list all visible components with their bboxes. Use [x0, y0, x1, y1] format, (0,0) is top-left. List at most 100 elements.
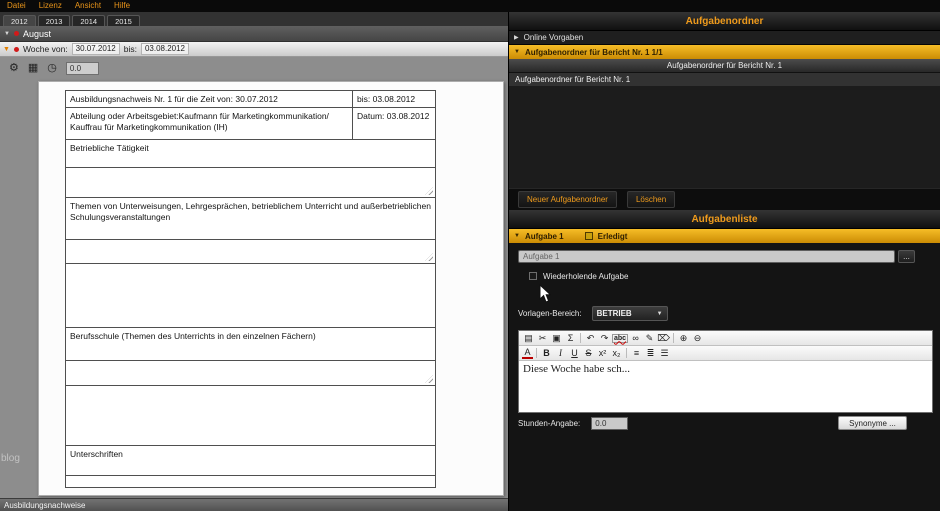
- section-unterschriften: Unterschriften: [66, 446, 435, 475]
- repeat-label: Wiederholende Aufgabe: [543, 272, 628, 281]
- online-vorgaben-row[interactable]: ▶ Online Vorgaben: [509, 31, 940, 45]
- document-area: Ausbildungsnachweis Nr. 1 für die Zeit v…: [0, 79, 508, 498]
- resize-handle-icon[interactable]: [425, 187, 433, 195]
- themen-textarea[interactable]: [66, 240, 435, 263]
- tab-2015[interactable]: 2015: [107, 15, 140, 27]
- menu-datei[interactable]: Datei: [7, 2, 26, 10]
- align-icon[interactable]: ≡: [630, 349, 643, 358]
- eraser-icon[interactable]: ⌦: [657, 334, 670, 343]
- vorlagen-label: Vorlagen-Bereich:: [518, 309, 582, 318]
- expander-down-icon[interactable]: ▼: [514, 49, 520, 55]
- cut-icon[interactable]: ✂: [536, 334, 549, 343]
- empty-cell: [66, 476, 435, 487]
- active-folder-row[interactable]: ▼ Aufgabenordner für Bericht Nr. 1 1/1: [509, 45, 940, 59]
- week-hours-input[interactable]: [66, 62, 99, 75]
- month-row-august[interactable]: ▼ August: [0, 26, 508, 42]
- zoom-in-icon[interactable]: ⊕: [677, 334, 690, 343]
- strikethrough-icon[interactable]: S: [582, 349, 595, 358]
- more-options-button[interactable]: ...: [898, 250, 915, 263]
- document-toolbar: ⚙ ▦ ◷: [0, 57, 508, 79]
- search-icon[interactable]: ∞: [629, 334, 642, 343]
- new-folder-button[interactable]: Neuer Aufgabenordner: [518, 191, 617, 208]
- folder-buttons-bar: Neuer Aufgabenordner Löschen: [509, 188, 940, 210]
- subscript-icon[interactable]: x₂: [610, 349, 623, 358]
- resize-handle-icon[interactable]: [425, 375, 433, 383]
- format-brush-icon[interactable]: ✎: [643, 334, 656, 343]
- report-number-cell: Ausbildungsnachweis Nr. 1 für die Zeit v…: [66, 91, 353, 107]
- superscript-icon[interactable]: x²: [596, 349, 609, 358]
- toolbar-separator: [580, 333, 581, 343]
- erledigt-label: Erledigt: [598, 232, 628, 241]
- delete-folder-button[interactable]: Löschen: [627, 191, 675, 208]
- berufsschule-textarea[interactable]: [66, 361, 435, 385]
- week-label-prefix: Woche von:: [23, 44, 68, 54]
- gear-icon[interactable]: ⚙: [9, 63, 19, 74]
- active-folder-label: Aufgabenordner für Bericht Nr. 1 1/1: [525, 48, 663, 57]
- empty-cell: [66, 264, 435, 327]
- task-description-editor[interactable]: Diese Woche habe sch...: [519, 361, 932, 412]
- menu-hilfe[interactable]: Hilfe: [114, 2, 130, 10]
- expander-down-icon[interactable]: ▼: [4, 31, 10, 37]
- stunden-label: Stunden-Angabe:: [518, 419, 580, 428]
- mouse-cursor: [539, 284, 551, 303]
- save-icon[interactable]: ▦: [28, 63, 38, 74]
- clock-icon[interactable]: ◷: [47, 63, 57, 74]
- week-label-bis: bis:: [124, 44, 137, 54]
- repeat-task-row: Wiederholende Aufgabe: [529, 270, 628, 282]
- tab-2013[interactable]: 2013: [38, 15, 71, 27]
- erledigt-checkbox[interactable]: [585, 232, 593, 240]
- numbered-list-icon[interactable]: ≣: [644, 349, 657, 358]
- task-label: Aufgabe 1: [525, 232, 564, 241]
- right-panel: Aufgabenordner ▶ Online Vorgaben ▼ Aufga…: [509, 12, 940, 511]
- expander-right-icon[interactable]: ▶: [514, 35, 519, 41]
- aufgabenliste-header: Aufgabenliste: [509, 210, 940, 229]
- task-name-input[interactable]: [518, 250, 895, 263]
- wiederholend-checkbox[interactable]: [529, 272, 537, 280]
- stunden-input[interactable]: [591, 417, 628, 430]
- tab-2014[interactable]: 2014: [72, 15, 105, 27]
- zoom-out-icon[interactable]: ⊖: [691, 334, 704, 343]
- task-row[interactable]: ▼ Aufgabe 1 Erledigt: [509, 229, 940, 243]
- menu-lizenz[interactable]: Lizenz: [39, 2, 62, 10]
- left-panel: 2012 2013 2014 2015 ▼ August ▼ Woche von…: [0, 12, 509, 511]
- editor-toolbar-clipboard: ▤ ✂ ▣ Σ ↶ ↷ abc ∞ ✎ ⌦ ⊕ ⊖: [519, 331, 932, 346]
- copy-icon[interactable]: ▣: [550, 334, 563, 343]
- week-row[interactable]: ▼ Woche von: 30.07.2012 bis: 03.08.2012: [0, 42, 508, 57]
- resize-handle-icon[interactable]: [425, 253, 433, 261]
- chevron-down-icon: ▼: [657, 311, 663, 317]
- expander-down-icon[interactable]: ▼: [3, 46, 10, 53]
- menubar: Datei Lizenz Ansicht Hilfe: [0, 0, 940, 12]
- expander-down-icon[interactable]: ▼: [514, 233, 520, 239]
- spellcheck-icon[interactable]: abc: [612, 334, 628, 343]
- folder-column-header: Aufgabenordner für Bericht Nr. 1: [509, 59, 940, 73]
- synonyme-button[interactable]: Synonyme ...: [838, 416, 907, 430]
- empty-cell: [66, 386, 435, 445]
- undo-icon[interactable]: ↶: [584, 334, 597, 343]
- section-themen: Themen von Unterweisungen, Lehrgespräche…: [66, 198, 435, 239]
- redo-icon[interactable]: ↷: [598, 334, 611, 343]
- paste-icon[interactable]: ▤: [522, 334, 535, 343]
- menu-ansicht[interactable]: Ansicht: [75, 2, 101, 10]
- status-bar: Ausbildungsnachweise: [0, 498, 508, 511]
- section-betriebliche-taetigkeit: Betriebliche Tätigkeit: [66, 140, 435, 167]
- bold-icon[interactable]: B: [540, 349, 553, 358]
- toolbar-separator: [626, 348, 627, 358]
- editor-toolbar-format: A B I U S x² x₂ ≡ ≣ ☰: [519, 346, 932, 361]
- toolbar-separator: [673, 333, 674, 343]
- folder-list-item[interactable]: Aufgabenordner für Bericht Nr. 1: [509, 73, 940, 86]
- vorlagen-value: BETRIEB: [597, 309, 632, 318]
- betrieb-textarea[interactable]: [66, 168, 435, 197]
- week-from-date: 30.07.2012: [72, 43, 120, 55]
- report-until-cell: bis: 03.08.2012: [353, 91, 435, 107]
- department-cell: Abteilung oder Arbeitsgebiet:Kaufmann fü…: [66, 108, 353, 139]
- font-color-icon[interactable]: A: [522, 348, 533, 359]
- italic-icon[interactable]: I: [554, 349, 567, 358]
- underline-icon[interactable]: U: [568, 349, 581, 358]
- sum-icon[interactable]: Σ: [564, 334, 577, 343]
- vorlagen-row: Vorlagen-Bereich: BETRIEB ▼: [509, 306, 940, 321]
- app-window: Datei Lizenz Ansicht Hilfe 2012 2013 201…: [0, 0, 940, 511]
- watermark-text: blog: [1, 453, 20, 464]
- bullet-list-icon[interactable]: ☰: [658, 349, 671, 358]
- vorlagen-bereich-select[interactable]: BETRIEB ▼: [592, 306, 668, 321]
- tab-2012[interactable]: 2012: [3, 15, 36, 27]
